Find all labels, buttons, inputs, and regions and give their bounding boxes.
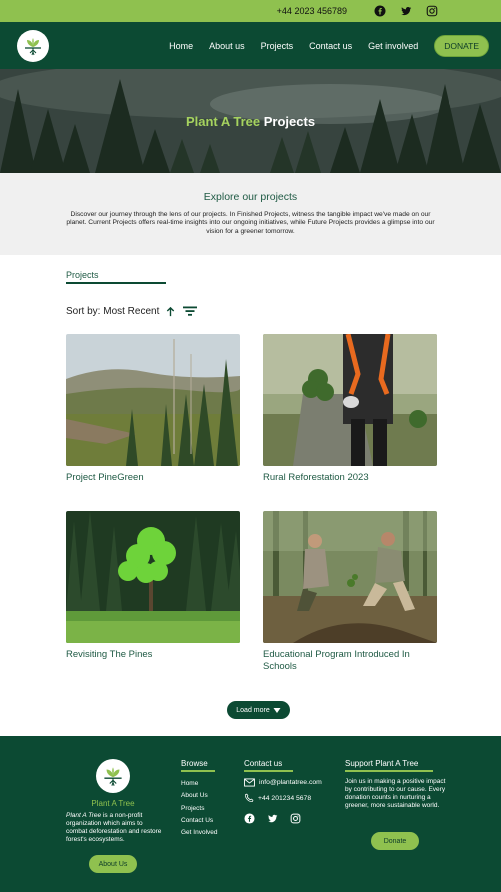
hero-title-brand: Plant A Tree	[185, 113, 261, 129]
footer-about-text: Plant A Tree is a non-profit organizatio…	[66, 812, 162, 844]
explore-heading: Explore our projects	[203, 191, 298, 203]
projects-section-title: Projects	[66, 270, 99, 280]
nav-link-get-involved[interactable]: Get involved	[368, 41, 418, 51]
hero-title: Plant A Tree Projects	[186, 114, 315, 129]
footer-support-column: Support Plant A Tree Join us in making a…	[345, 759, 449, 810]
footer-facebook-icon[interactable]	[244, 813, 255, 824]
caret-down-icon[interactable]	[273, 707, 281, 714]
support-heading-underline	[345, 770, 433, 772]
footer-link-about[interactable]: About Us	[181, 790, 218, 802]
main-nav: Home About us Projects Contact us Get in…	[0, 22, 501, 69]
contact-heading: Contact us	[244, 759, 283, 768]
filter-icon[interactable]	[182, 305, 198, 317]
footer-link-contact[interactable]: Contact Us	[181, 815, 218, 827]
project-title[interactable]: Rural Reforestation 2023	[263, 472, 437, 484]
sort-control[interactable]: Sort by: Most Recent	[66, 305, 198, 317]
nav-link-contact[interactable]: Contact us	[309, 41, 352, 51]
project-image-pine-forest[interactable]	[66, 334, 240, 466]
sort-label[interactable]: Sort by: Most Recent	[66, 306, 159, 317]
footer-link-home[interactable]: Home	[181, 778, 218, 790]
sort-direction-arrow-up-icon[interactable]	[165, 306, 176, 317]
top-bar: +44 2023 456789	[0, 0, 501, 22]
support-heading: Support Plant A Tree	[345, 759, 419, 768]
nav-link-projects[interactable]: Projects	[261, 41, 294, 51]
topbar-phone: +44 2023 456789	[276, 6, 347, 16]
explore-description: Discover our journey through the lens of…	[66, 211, 435, 235]
footer-about-brand: Plant A Tree	[66, 812, 102, 819]
contact-phone[interactable]: +44 201234 5678	[258, 795, 311, 802]
contact-email-row[interactable]: info@plantatree.com	[244, 778, 322, 787]
project-title[interactable]: Revisiting The Pines	[66, 649, 240, 661]
twitter-icon[interactable]	[399, 4, 413, 18]
footer-browse-column: Browse Home About Us Projects Contact Us…	[181, 759, 218, 839]
facebook-icon[interactable]	[373, 4, 387, 18]
projects-section: Projects Sort by: Most Recent Project Pi…	[0, 255, 501, 736]
nav-menu: Home About us Projects Contact us Get in…	[153, 34, 489, 57]
project-card[interactable]: Project PineGreen	[66, 334, 240, 484]
envelope-icon	[244, 778, 255, 787]
support-text: Join us in making a positive impact by c…	[345, 778, 446, 809]
project-card[interactable]: Revisiting The Pines	[66, 511, 240, 661]
footer-link-get-involved[interactable]: Get Involved	[181, 827, 218, 839]
footer-twitter-icon[interactable]	[267, 813, 278, 824]
footer-tree-logo-icon[interactable]	[96, 759, 130, 793]
project-title[interactable]: Educational Program Introduced In School…	[263, 649, 437, 673]
phone-icon	[244, 793, 254, 803]
footer-donate-button[interactable]: Donate	[371, 832, 419, 850]
contact-phone-row[interactable]: +44 201234 5678	[244, 793, 322, 803]
contact-heading-underline	[244, 770, 293, 772]
donate-button[interactable]: DONATE	[434, 34, 489, 57]
contact-email[interactable]: info@plantatree.com	[259, 779, 322, 786]
load-more-button[interactable]: Load more	[227, 701, 290, 719]
hero-title-rest: Projects	[263, 113, 316, 129]
explore-section: Explore our projects Discover our journe…	[0, 173, 501, 255]
footer-instagram-icon[interactable]	[290, 813, 301, 824]
browse-heading: Browse	[181, 759, 208, 768]
footer-contact-column: Contact us info@plantatree.com +44 20123…	[244, 759, 322, 824]
about-us-button[interactable]: About Us	[89, 855, 137, 873]
footer-social-links	[244, 813, 322, 824]
nav-link-about[interactable]: About us	[209, 41, 245, 51]
footer-link-projects[interactable]: Projects	[181, 803, 218, 815]
nav-link-home[interactable]: Home	[169, 41, 193, 51]
browse-heading-underline	[181, 770, 215, 772]
load-more-label[interactable]: Load more	[236, 707, 269, 714]
footer-brand-name: Plant A Tree	[91, 799, 135, 808]
hero-banner: Plant A Tree Projects	[0, 69, 501, 173]
project-title[interactable]: Project PineGreen	[66, 472, 240, 484]
project-image-volunteer-planting[interactable]	[263, 334, 437, 466]
tree-logo-icon[interactable]	[17, 29, 49, 62]
project-card[interactable]: Rural Reforestation 2023	[263, 334, 437, 484]
section-title-underline	[66, 282, 166, 284]
project-image-lone-tree[interactable]	[66, 511, 240, 643]
project-card[interactable]: Educational Program Introduced In School…	[263, 511, 437, 673]
project-image-planting-couple[interactable]	[263, 511, 437, 643]
site-footer: Plant A Tree Plant A Tree is a non-profi…	[0, 736, 501, 892]
instagram-icon[interactable]	[425, 4, 439, 18]
